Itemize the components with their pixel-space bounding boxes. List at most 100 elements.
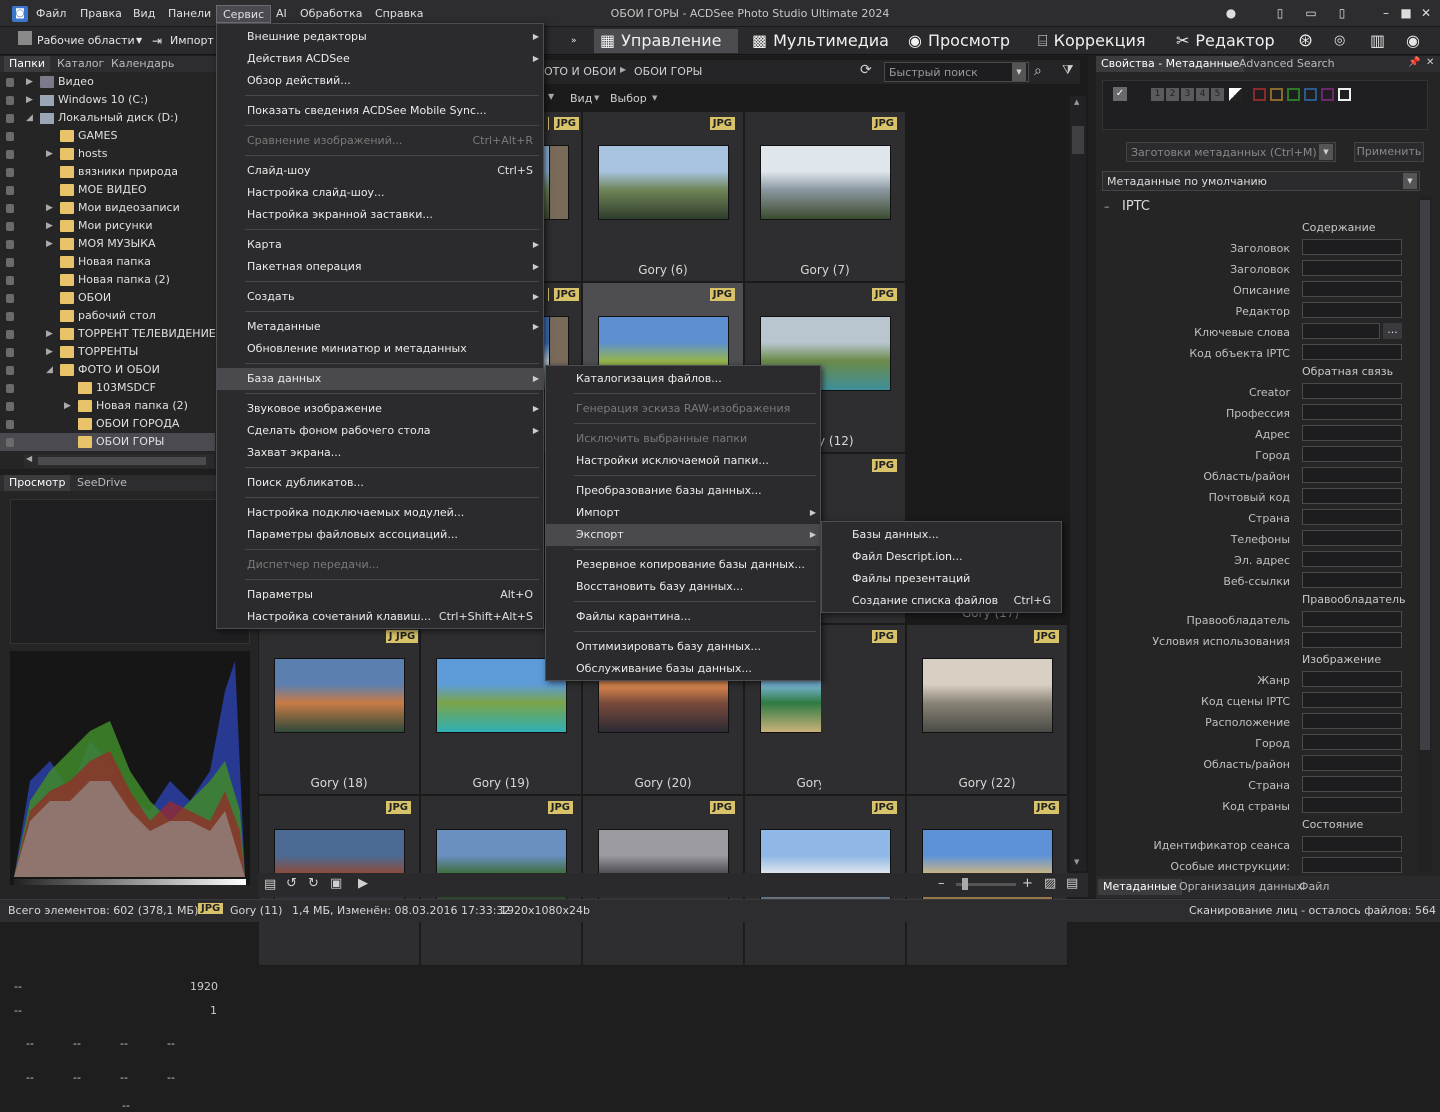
expanded-icon[interactable]: ◢ <box>26 109 33 127</box>
layout-right-icon[interactable]: ▯ <box>1332 4 1352 22</box>
zoom-out-icon[interactable]: – <box>938 876 945 891</box>
menu-item[interactable]: Настройки исключаемой папки... <box>546 450 820 472</box>
expand-icon[interactable]: ▶ <box>46 145 53 163</box>
menu-item[interactable]: Создать ▶ <box>217 286 543 308</box>
pin-icon[interactable] <box>6 168 14 177</box>
batch-icon[interactable]: ▤ <box>264 877 276 892</box>
metadata-preset-dropdown[interactable]: Заготовки метаданных (Ctrl+M) ▼ <box>1126 142 1336 162</box>
tab-1[interactable]: SeeDrive <box>72 475 132 491</box>
tree-item[interactable]: ОБОИ ГОРЫ <box>0 433 215 451</box>
filter-icon[interactable]: ⧩ <box>1062 63 1074 78</box>
mode-2[interactable]: ◉ Просмотр <box>902 29 1020 53</box>
pin-icon[interactable] <box>6 402 14 411</box>
iptc-input[interactable] <box>1302 797 1402 813</box>
toolbar-overflow-icon[interactable]: » <box>571 29 577 53</box>
pin-icon[interactable] <box>6 258 14 267</box>
scroll-left-icon[interactable]: ◀ <box>26 454 32 463</box>
checkbox-icon[interactable]: ✓ <box>1113 87 1127 101</box>
menu-item[interactable]: Экспорт ▶ <box>546 524 820 546</box>
tree-item[interactable]: ▶ hosts <box>0 145 215 163</box>
thumbnail[interactable]: JPG <box>549 112 582 282</box>
menu-item[interactable]: Метаданные ▶ <box>217 316 543 338</box>
mode-3[interactable]: ⌸ Коррекция <box>1032 29 1158 53</box>
iptc-input[interactable] <box>1302 446 1402 462</box>
tree-item[interactable]: ◢ Локальный диск (D:) <box>0 109 215 127</box>
thumbnail[interactable]: JPG Gory (18) <box>259 625 420 795</box>
grid-scrollbar[interactable]: ▲ ▼ <box>1070 96 1086 871</box>
menu-item[interactable]: Параметры Alt+O <box>217 584 543 606</box>
people-icon[interactable]: ◉ <box>1406 29 1420 53</box>
color-label-0[interactable] <box>1253 88 1266 101</box>
iptc-input[interactable] <box>1302 776 1402 792</box>
thumbnail[interactable]: JPG Gory (6) <box>583 112 744 282</box>
menu-item[interactable]: Файлы карантина... <box>546 606 820 628</box>
metadata-default-dropdown[interactable]: Метаданные по умолчанию ▼ <box>1102 171 1420 191</box>
meta-scrollbar[interactable] <box>1418 196 1432 872</box>
tree-item[interactable]: 103MSDCF <box>0 379 215 397</box>
thumbnail[interactable]: JPG Gory (7) <box>745 112 906 282</box>
search-icon[interactable]: ⌕ <box>1034 63 1042 79</box>
thumbnail[interactable]: JPG <box>821 625 906 795</box>
menu-1[interactable]: Правка <box>74 5 128 23</box>
pin-icon[interactable] <box>6 204 14 213</box>
pin-icon[interactable] <box>6 348 14 357</box>
compare-icon[interactable]: ▣ <box>330 876 342 891</box>
scroll-down-icon[interactable]: ▼ <box>1074 858 1079 866</box>
tab-0[interactable]: Папки <box>4 56 50 72</box>
menu-item[interactable]: Базы данных... <box>822 524 1061 546</box>
tree-item[interactable]: ▶ Видео <box>0 73 215 91</box>
menu-item[interactable]: Обновление миниатюр и метаданных <box>217 338 543 360</box>
clear-rating-icon[interactable] <box>1229 88 1242 101</box>
mode-1[interactable]: ▩ Мультимедиа <box>746 29 890 53</box>
thumbnail[interactable]: JPG Gory (22) <box>907 625 1068 795</box>
slider-handle[interactable] <box>962 878 968 890</box>
tree-item[interactable]: ▶ ТОРРЕНТ ТЕЛЕВИДЕНИЕ <box>0 325 216 343</box>
iptc-input[interactable] <box>1302 344 1402 360</box>
color-label-4[interactable] <box>1321 88 1334 101</box>
iptc-input[interactable] <box>1302 755 1402 771</box>
tree-item[interactable]: ▶ Мои рисунки <box>0 217 215 235</box>
menu-5[interactable]: AI <box>270 5 293 23</box>
tab-0[interactable]: Свойства - Метаданные <box>1096 56 1245 72</box>
minimize-icon[interactable]: – <box>1376 4 1396 22</box>
zoom-in-icon[interactable]: + <box>1022 876 1033 891</box>
iptc-input[interactable] <box>1302 488 1402 504</box>
iptc-input[interactable] <box>1302 572 1402 588</box>
chevron-down-icon[interactable]: ▼ <box>1012 63 1026 81</box>
tab-1[interactable]: Каталог <box>52 56 109 72</box>
breadcrumb-current[interactable]: ОБОИ ГОРЫ <box>634 65 702 78</box>
expand-icon[interactable]: ▶ <box>46 235 53 253</box>
tree-item[interactable]: ОБОИ ГОРОДА <box>0 415 215 433</box>
iptc-input[interactable] <box>1302 302 1402 318</box>
close-icon[interactable]: ✕ <box>1426 57 1434 68</box>
iptc-input[interactable] <box>1302 734 1402 750</box>
iptc-input[interactable] <box>1302 467 1402 483</box>
rating-5[interactable]: 5 <box>1211 88 1224 101</box>
iptc-input[interactable] <box>1302 509 1402 525</box>
apply-button[interactable]: Применить <box>1354 142 1424 162</box>
scroll-up-icon[interactable]: ▲ <box>1074 98 1079 106</box>
play-icon[interactable]: ▶ <box>358 876 368 891</box>
tab-1[interactable]: Организация данных <box>1174 879 1308 895</box>
quick-search-input[interactable]: Быстрый поиск ▼ <box>884 62 1029 82</box>
iptc-input[interactable] <box>1302 632 1402 648</box>
tree-item[interactable]: ▶ Мои видеозаписи <box>0 199 215 217</box>
close-icon[interactable]: ✕ <box>1416 4 1436 22</box>
expand-icon[interactable]: ▶ <box>64 397 71 415</box>
menu-item[interactable]: Настройка сочетаний клавиш... Ctrl+Shift+… <box>217 606 543 628</box>
iptc-input[interactable] <box>1302 857 1402 873</box>
rating-4[interactable]: 4 <box>1196 88 1209 101</box>
pro-icon[interactable]: ⊛ <box>1298 29 1313 53</box>
pin-icon[interactable] <box>6 366 14 375</box>
expand-icon[interactable]: ▶ <box>26 91 33 109</box>
pin-icon[interactable] <box>6 96 14 105</box>
menu-item[interactable]: Действия ACDSee ▶ <box>217 48 543 70</box>
mode-0[interactable]: ▦ Управление <box>594 29 738 53</box>
tree-item[interactable]: ◢ ФОТО И ОБОИ <box>0 361 215 379</box>
iptc-input[interactable] <box>1302 239 1402 255</box>
pin-icon[interactable] <box>6 132 14 141</box>
tree-item[interactable]: вязники природа <box>0 163 215 181</box>
pin-icon[interactable] <box>6 222 14 231</box>
menu-item[interactable]: Импорт ▶ <box>546 502 820 524</box>
menu-item[interactable]: Резервное копирование базы данных... <box>546 554 820 576</box>
